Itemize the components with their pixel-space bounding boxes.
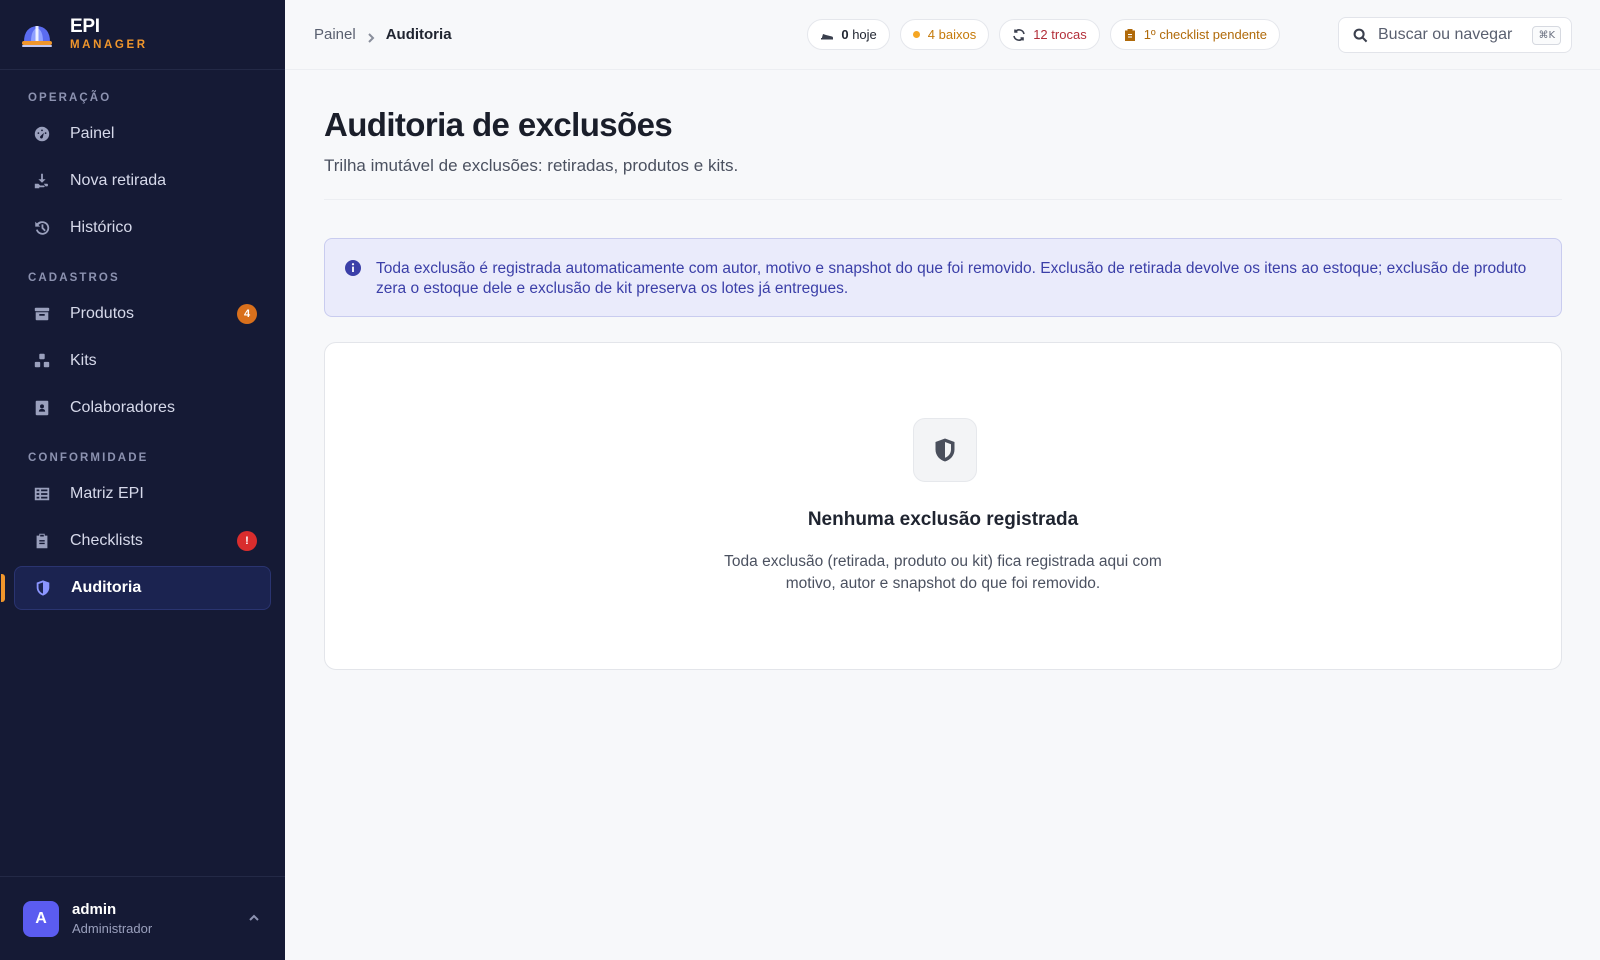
breadcrumb: Painel Auditoria [314, 26, 452, 43]
page-subtitle: Trilha imutável de exclusões: retiradas,… [324, 156, 739, 175]
low-label: baixos [938, 27, 977, 42]
sidebar-item-auditoria[interactable]: Auditoria [1, 566, 271, 610]
stock-alert-badge: 4 [237, 304, 257, 324]
sidebar-item-label: Auditoria [71, 579, 142, 596]
clipboard-icon [1124, 28, 1135, 41]
sidebar-item-label: Checklists [70, 532, 143, 549]
search-input[interactable]: Buscar ou navegar ⌘K [1338, 17, 1572, 53]
checklist-count: 1º [1143, 27, 1156, 42]
sidebar-item-label: Matriz EPI [70, 485, 144, 502]
breadcrumb-current: Auditoria [385, 26, 452, 43]
sidebar-item-label: Produtos [70, 305, 135, 322]
search-icon [1353, 28, 1368, 42]
sidebar: EPI MANAGER OPERAÇÃO Painel Nova retirad… [0, 0, 285, 960]
shortcut-hint: ⌘K [1532, 26, 1561, 45]
today-chip[interactable]: 0 hoje [807, 19, 890, 50]
boot-icon [821, 33, 834, 39]
empty-state-title: Nenhuma exclusão registrada [807, 509, 1079, 530]
page-title: Auditoria de exclusões [324, 106, 673, 143]
search-placeholder: Buscar ou navegar [1378, 26, 1513, 43]
brand-subtitle: MANAGER [70, 39, 148, 52]
empty-state-card: Nenhuma exclusão registrada Toda exclusã… [324, 342, 1562, 670]
warning-dot-icon [912, 31, 920, 38]
chevron-right-icon [366, 30, 376, 43]
today-count: 0 [841, 27, 849, 42]
sidebar-item-kits[interactable]: Kits [14, 339, 271, 383]
sidebar-item-matriz-epi[interactable]: Matriz EPI [14, 472, 271, 516]
divider [324, 199, 1562, 200]
badge-id-icon [32, 398, 52, 418]
chevron-up-icon[interactable] [247, 911, 261, 925]
sidebar-item-label: Colaboradores [70, 399, 175, 416]
hard-hat-logo [22, 25, 52, 47]
info-text: Toda exclusão é registrada automaticamen… [376, 260, 1527, 297]
low-count: 4 [927, 27, 935, 42]
info-icon [344, 259, 362, 277]
shield-icon [33, 578, 53, 598]
checklist-chip[interactable]: 1º checklist pendente [1109, 19, 1280, 50]
nav-heading: CADASTROS [28, 272, 120, 284]
sidebar-item-label: Painel [70, 125, 115, 142]
shield-icon [913, 418, 977, 482]
refresh-icon [1013, 28, 1025, 41]
kit-icon [32, 351, 52, 371]
empty-state-description: Toda exclusão (retirada, produto ou kit)… [724, 553, 1162, 592]
top-bar: Painel Auditoria 0 hoje 4 baixos 12 troc… [285, 0, 1600, 70]
nav-section-cadastros: CADASTROS Produtos 4 Kits Colaboradores [0, 272, 285, 430]
status-chips: 0 hoje 4 baixos 12 trocas 1º checklist p… [807, 19, 1280, 50]
clipboard-icon [32, 531, 52, 551]
swaps-label: trocas [1051, 27, 1087, 42]
nav-heading: OPERAÇÃO [28, 92, 112, 104]
today-label: hoje [852, 27, 877, 42]
swaps-chip[interactable]: 12 trocas [999, 19, 1100, 50]
sidebar-item-colaboradores[interactable]: Colaboradores [14, 386, 271, 430]
user-menu[interactable]: A admin Administrador [0, 876, 285, 960]
sidebar-item-historico[interactable]: Histórico [14, 206, 271, 250]
sidebar-item-painel[interactable]: Painel [14, 112, 271, 156]
main-content: Auditoria de exclusões Trilha imutável d… [324, 70, 1562, 670]
low-stock-chip[interactable]: 4 baixos [899, 19, 990, 50]
box-icon [32, 304, 52, 324]
active-indicator [1, 574, 5, 602]
brand[interactable]: EPI MANAGER [0, 0, 285, 70]
info-callout: Toda exclusão é registrada automaticamen… [324, 238, 1562, 317]
hand-give-icon [32, 171, 52, 191]
breadcrumb-root[interactable]: Painel [314, 26, 356, 43]
sidebar-item-nova-retirada[interactable]: Nova retirada [14, 159, 271, 203]
sidebar-item-label: Nova retirada [70, 172, 167, 189]
sidebar-item-produtos[interactable]: Produtos 4 [14, 292, 271, 336]
user-role: Administrador [72, 921, 153, 936]
sidebar-item-label: Histórico [70, 219, 133, 236]
brand-name: EPI [70, 16, 100, 38]
checklist-alert-badge: ! [237, 531, 257, 551]
table-icon [32, 484, 52, 504]
swaps-count: 12 [1033, 27, 1048, 42]
nav-heading: CONFORMIDADE [28, 452, 149, 464]
avatar: A [23, 900, 59, 937]
history-icon [32, 218, 52, 238]
nav-section-conformidade: CONFORMIDADE Matriz EPI Checklists ! Aud… [0, 452, 285, 610]
nav-section-operacao: OPERAÇÃO Painel Nova retirada Histórico [0, 92, 285, 250]
sidebar-item-label: Kits [70, 352, 97, 369]
checklist-label: checklist pendente [1159, 27, 1267, 42]
dashboard-icon [32, 124, 52, 144]
sidebar-item-checklists[interactable]: Checklists ! [14, 519, 271, 563]
user-name: admin [72, 901, 117, 918]
